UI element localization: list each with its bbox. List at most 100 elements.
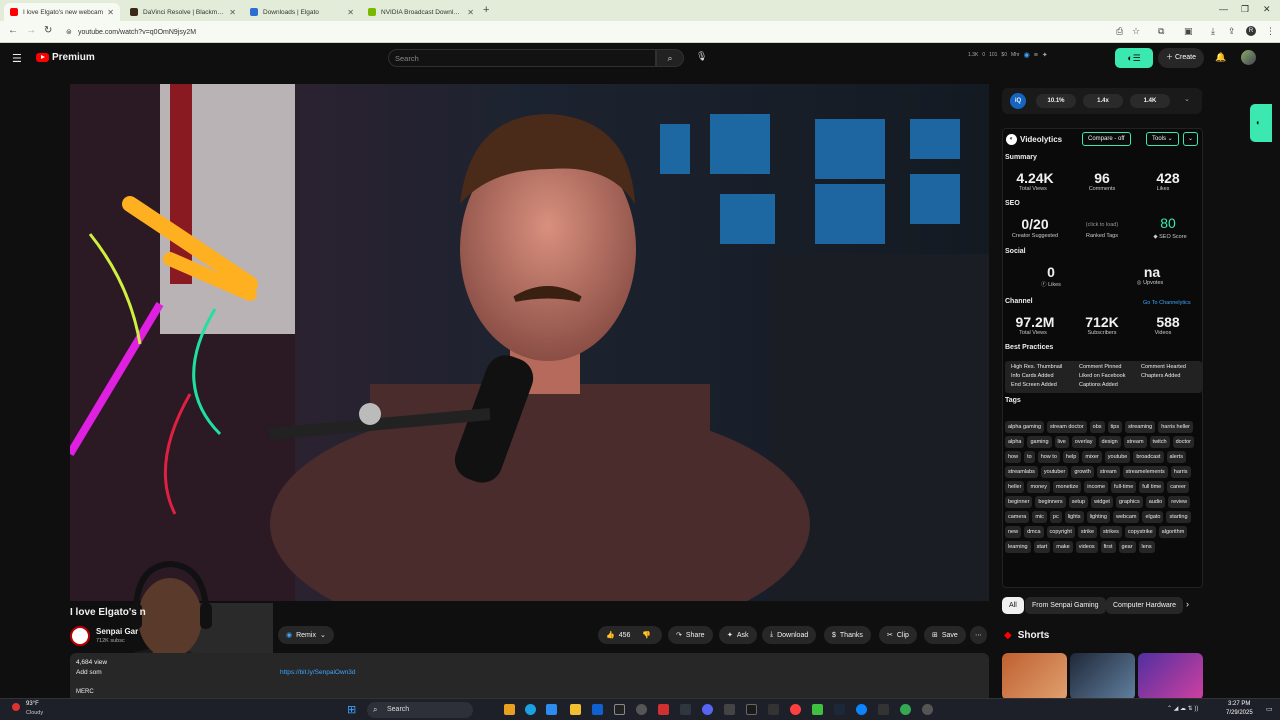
- user-avatar[interactable]: [1241, 50, 1256, 65]
- hamburger-menu-icon[interactable]: ☰: [12, 52, 22, 65]
- tag-item[interactable]: lighting: [1086, 511, 1110, 523]
- channelytics-link[interactable]: Go To Channelytics: [1143, 300, 1191, 306]
- tag-item[interactable]: algorithm: [1158, 526, 1188, 538]
- outlook-icon[interactable]: [592, 704, 603, 715]
- steam-icon[interactable]: [834, 704, 845, 715]
- tag-item[interactable]: new: [1005, 526, 1022, 538]
- reload-icon[interactable]: ↻: [44, 25, 52, 36]
- tag-item[interactable]: how: [1005, 451, 1022, 463]
- short-thumbnail[interactable]: [1070, 653, 1135, 700]
- tag-item[interactable]: make: [1053, 541, 1073, 553]
- tag-item[interactable]: first: [1100, 541, 1116, 553]
- tag-item[interactable]: money: [1027, 481, 1050, 493]
- tag-item[interactable]: full-time: [1111, 481, 1137, 493]
- tag-item[interactable]: help: [1062, 451, 1080, 463]
- windows-start-icon[interactable]: ⊞: [347, 703, 356, 716]
- clock-time[interactable]: 3:27 PM: [1228, 701, 1250, 707]
- tag-item[interactable]: gear: [1118, 541, 1136, 553]
- browser-menu-icon[interactable]: ⋮: [1266, 26, 1275, 37]
- system-tray-icons[interactable]: ⌃ ◢ ☁ ⇅ )): [1167, 705, 1198, 712]
- tag-item[interactable]: twitch: [1149, 436, 1170, 448]
- discord-icon[interactable]: [702, 704, 713, 715]
- tag-item[interactable]: growth: [1071, 466, 1094, 478]
- list-icon[interactable]: ≡: [1034, 52, 1038, 59]
- bookmark-star-icon[interactable]: ☆: [1132, 26, 1140, 37]
- stat-pill[interactable]: 1.4x: [1083, 94, 1123, 108]
- tag-item[interactable]: mixer: [1082, 451, 1102, 463]
- tag-item[interactable]: stream: [1096, 466, 1120, 478]
- tag-item[interactable]: widget: [1091, 496, 1113, 508]
- weather-temp[interactable]: 93°F: [26, 701, 39, 707]
- thanks-button[interactable]: $ Thanks: [824, 626, 871, 644]
- extension-badge-icon[interactable]: ✦: [1042, 51, 1048, 59]
- short-thumbnail[interactable]: [1002, 653, 1067, 700]
- tag-item[interactable]: alerts: [1166, 451, 1186, 463]
- notifications-bell-icon[interactable]: 🔔: [1215, 52, 1226, 63]
- file-explorer-icon[interactable]: [570, 704, 581, 715]
- tag-item[interactable]: youtube: [1104, 451, 1131, 463]
- tag-item[interactable]: webcam: [1113, 511, 1140, 523]
- extension-icon[interactable]: ◉: [1024, 51, 1030, 59]
- tag-item[interactable]: start: [1033, 541, 1051, 553]
- taskbar-search[interactable]: ⌕ Search: [367, 702, 473, 718]
- channel-name[interactable]: Senpai Gar: [96, 627, 138, 636]
- chip-computer-hardware[interactable]: Computer Hardware: [1106, 597, 1184, 614]
- stat-pill[interactable]: 10.1%: [1036, 94, 1076, 108]
- tag-item[interactable]: audio: [1145, 496, 1166, 508]
- app-icon[interactable]: [856, 704, 867, 715]
- stat-pill[interactable]: 1.4K: [1130, 94, 1170, 108]
- sidebar-icon[interactable]: ▣: [1184, 26, 1193, 37]
- tag-item[interactable]: starting: [1166, 511, 1191, 523]
- profile-icon[interactable]: R: [1246, 26, 1256, 36]
- window-close-icon[interactable]: ✕: [1263, 4, 1271, 15]
- tag-item[interactable]: alpha gaming: [1005, 421, 1045, 433]
- tag-item[interactable]: beginners: [1035, 496, 1066, 508]
- microphone-icon[interactable]: 🎙: [696, 51, 707, 62]
- panel-collapse-button[interactable]: ⌄: [1183, 132, 1198, 146]
- chevron-right-icon[interactable]: ›: [1186, 599, 1189, 609]
- app-icon[interactable]: [768, 704, 779, 715]
- app-icon[interactable]: [614, 704, 625, 715]
- vidiq-logo-icon[interactable]: iQ: [1010, 93, 1026, 109]
- create-button[interactable]: ＋ Create: [1158, 48, 1204, 68]
- ranked-tags-load-link[interactable]: (click to load): [1072, 222, 1132, 228]
- store-icon[interactable]: [546, 704, 557, 715]
- tag-item[interactable]: beginner: [1005, 496, 1033, 508]
- app-icon[interactable]: [790, 704, 801, 715]
- app-icon[interactable]: [878, 704, 889, 715]
- tag-item[interactable]: copyright: [1046, 526, 1075, 538]
- tag-item[interactable]: obs: [1089, 421, 1105, 433]
- extensions-icon[interactable]: ⧉: [1158, 26, 1164, 37]
- tag-item[interactable]: gaming: [1027, 436, 1052, 448]
- chip-from-channel[interactable]: From Senpai Gaming: [1025, 597, 1106, 614]
- tab-close-icon[interactable]: ✕: [467, 8, 474, 17]
- tag-item[interactable]: alpha: [1005, 436, 1025, 448]
- browser-tab-1[interactable]: I love Elgato's new webcam ✕: [4, 3, 120, 21]
- tag-item[interactable]: career: [1167, 481, 1189, 493]
- more-actions-button[interactable]: ⋯: [970, 626, 987, 644]
- app-icon[interactable]: [746, 704, 757, 715]
- tag-item[interactable]: camera: [1005, 511, 1030, 523]
- maximize-icon[interactable]: ❐: [1241, 4, 1249, 15]
- tools-dropdown-button[interactable]: Tools ⌄: [1146, 132, 1179, 146]
- video-player[interactable]: [70, 84, 989, 601]
- app-icon[interactable]: [680, 704, 691, 715]
- share-page-icon[interactable]: ⇪: [1228, 26, 1236, 37]
- downloads-icon[interactable]: ⤓: [1211, 26, 1215, 37]
- app-icon[interactable]: [812, 704, 823, 715]
- tag-item[interactable]: dmca: [1024, 526, 1044, 538]
- browser-tab-3[interactable]: Downloads | Elgato ✕: [244, 3, 360, 21]
- description-box[interactable]: [70, 653, 989, 703]
- tab-close-icon[interactable]: ✕: [229, 8, 236, 17]
- app-icon[interactable]: [922, 704, 933, 715]
- download-button[interactable]: ⤓ Download: [762, 626, 817, 644]
- app-icon[interactable]: [658, 704, 669, 715]
- forward-icon[interactable]: →: [26, 25, 36, 36]
- tag-item[interactable]: elgato: [1142, 511, 1164, 523]
- tag-item[interactable]: strikes: [1100, 526, 1122, 538]
- floating-extension-tab[interactable]: ◐: [1250, 104, 1272, 142]
- search-button[interactable]: ⌕: [656, 49, 684, 67]
- search-input[interactable]: Search: [388, 49, 656, 67]
- description-link[interactable]: https://bit.ly/SenpaiOwn3d: [280, 669, 356, 676]
- app-icon[interactable]: [636, 704, 647, 715]
